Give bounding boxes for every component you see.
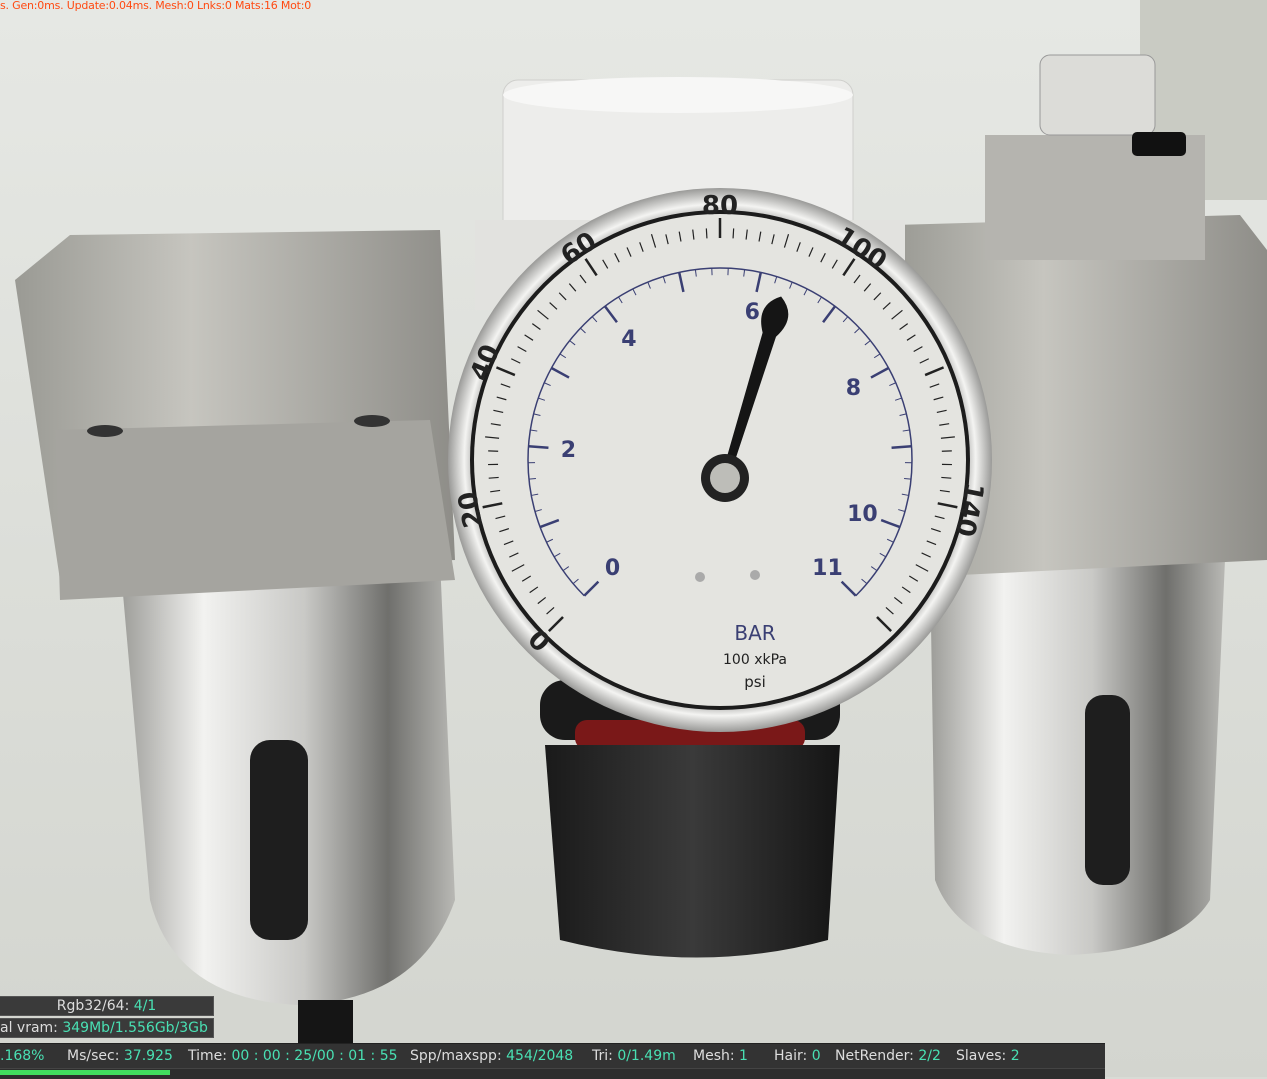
rgb-panel: Rgb32/64: 4/1 — [0, 996, 214, 1016]
sight-window-left — [250, 740, 308, 940]
render-stats-text: s. Gen:0ms. Update:0.04ms. Mesh:0 Lnks:0… — [0, 0, 311, 12]
adjustment-knob — [545, 745, 840, 958]
rgb-value: 4/1 — [134, 998, 157, 1014]
render-progress-bar — [0, 1070, 170, 1075]
gauge-tick — [528, 446, 548, 447]
gauge-tick — [941, 477, 951, 478]
rgb-label: Rgb32/64: — [57, 998, 134, 1014]
bar-label: 0 — [605, 556, 620, 581]
gauge-tick — [706, 228, 707, 238]
progress-percent: .168% — [0, 1046, 44, 1066]
ms-sec: Ms/sec: 37.925 — [67, 1046, 173, 1066]
pressure-gauge: 024681011020406080100140 BAR 100 xkPa ps… — [448, 188, 992, 732]
gauge-tick — [892, 446, 912, 447]
psi-label: 80 — [702, 191, 738, 221]
bar-label: 6 — [745, 300, 760, 325]
bar-label: 2 — [561, 438, 576, 463]
mesh-count: Mesh: 1 — [693, 1046, 748, 1066]
hair-count: Hair: 0 — [774, 1046, 821, 1066]
vram-value: 349Mb/1.556Gb/3Gb — [62, 1020, 208, 1036]
bar-label: 10 — [847, 502, 878, 527]
triangles: Tri: 0/1.49m — [592, 1046, 676, 1066]
render-time: Time: 00 : 00 : 25/00 : 01 : 55 — [188, 1046, 398, 1066]
vram-label: al vram: — [0, 1020, 62, 1036]
gauge-tick — [733, 228, 734, 238]
render-viewport[interactable]: 024681011020406080100140 BAR 100 xkPa ps… — [0, 0, 1267, 1077]
gauge-unit: BAR — [734, 621, 775, 645]
gauge-brand: psi — [744, 673, 766, 691]
gauge-tick — [489, 477, 499, 478]
vram-panel: al vram: 349Mb/1.556Gb/3Gb — [0, 1018, 214, 1038]
netrender: NetRender: 2/2 — [835, 1046, 941, 1066]
bar-label: 8 — [846, 376, 861, 401]
bar-label: 11 — [812, 556, 843, 581]
screw-icon — [1132, 132, 1186, 156]
gauge-subunit: 100 xkPa — [723, 652, 787, 668]
gauge-tick — [904, 478, 911, 479]
bar-label: 4 — [621, 327, 636, 352]
slaves: Slaves: 2 — [956, 1046, 1020, 1066]
gauge-tick — [529, 478, 536, 479]
render-status-bar: .168% Ms/sec: 37.925 Time: 00 : 00 : 25/… — [0, 1043, 1105, 1078]
samples-per-pixel: Spp/maxspp: 454/2048 — [410, 1046, 573, 1066]
